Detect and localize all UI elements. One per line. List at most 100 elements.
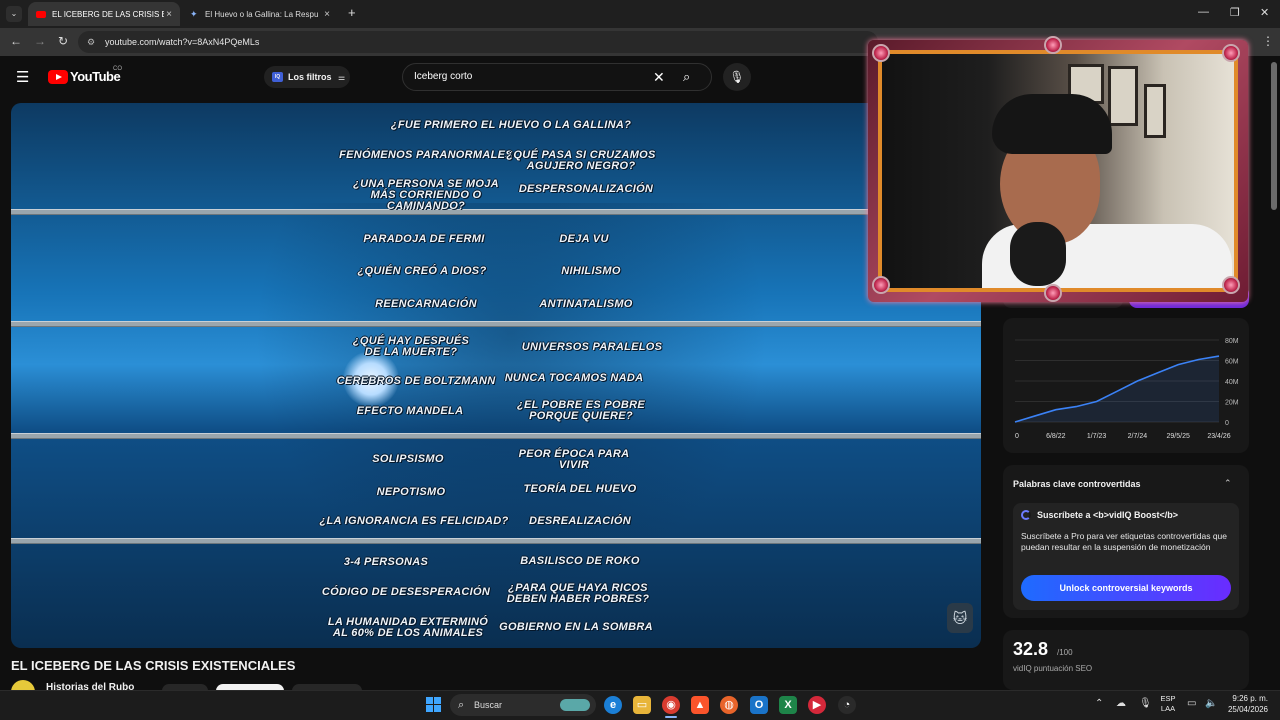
- youtube-logo-icon[interactable]: [48, 70, 68, 84]
- forward-icon[interactable]: →: [34, 34, 46, 48]
- iceberg-item: ANTINATALISMO: [539, 298, 633, 310]
- excel-icon[interactable]: X: [779, 696, 797, 714]
- iceberg-item: UNIVERSOS PARALELOS: [521, 341, 663, 353]
- iceberg-item: CÓDIGO DE DESESPERACIÓN: [321, 586, 491, 598]
- frame-gem-icon: [1044, 284, 1062, 302]
- url-field[interactable]: ⚙ youtube.com/watch?v=8AxN4PQeMLs: [78, 31, 878, 53]
- page-scrollbar[interactable]: [1271, 62, 1277, 210]
- edge-icon[interactable]: e: [604, 696, 622, 714]
- close-window-icon[interactable]: ✕: [1260, 6, 1269, 19]
- display-icon[interactable]: ▭: [1187, 698, 1196, 709]
- video-player[interactable]: ¿FUE PRIMERO EL HUEVO O LA GALLINA? FENÓ…: [11, 103, 981, 648]
- search-input[interactable]: Iceberg corto ✕ ⌕: [402, 63, 712, 91]
- iceberg-item: GOBIERNO EN LA SOMBRA: [499, 621, 653, 633]
- site-info-icon[interactable]: ⚙: [87, 31, 95, 53]
- tab-youtube[interactable]: EL ICEBERG DE LAS CRISIS EXIS ×: [28, 2, 180, 26]
- wall-picture: [1108, 66, 1138, 126]
- new-tab-button[interactable]: +: [348, 5, 356, 20]
- wall-picture: [1144, 84, 1166, 138]
- y-tick-label: 20M: [1225, 400, 1239, 407]
- restore-icon[interactable]: ❐: [1230, 6, 1240, 19]
- country-code: CO: [113, 66, 122, 72]
- tier-divider: [11, 538, 981, 544]
- x-tick-label: 6/8/22: [1046, 433, 1066, 440]
- seo-max: /100: [1057, 648, 1073, 657]
- x-tick-label: 23/4/26: [1207, 433, 1230, 440]
- iceberg-item: DESREALIZACIÓN: [529, 515, 631, 527]
- app-with-badge-icon[interactable]: ◔: [838, 696, 856, 714]
- windows-start-icon[interactable]: [426, 697, 442, 713]
- iceberg-item: LA HUMANIDAD EXTERMINÓ AL 60% DE LOS ANI…: [327, 616, 489, 639]
- chevron-up-icon[interactable]: ⌃: [1095, 698, 1103, 709]
- cloud-icon[interactable]: ☁: [1116, 698, 1126, 709]
- iceberg-item: ¿QUIÉN CREÓ A DIOS?: [357, 265, 487, 277]
- chevron-up-icon[interactable]: ⌃: [1224, 478, 1232, 489]
- close-tab-icon[interactable]: ×: [166, 9, 172, 20]
- iceberg-item: FENÓMENOS PARANORMALES: [339, 149, 513, 161]
- iceberg-item: BASILISCO DE ROKO: [520, 555, 640, 567]
- y-tick-label: 0: [1225, 420, 1229, 427]
- boost-description: Suscríbete a Pro para ver etiquetas cont…: [1021, 531, 1228, 552]
- unlock-keywords-button[interactable]: Unlock controversial keywords: [1021, 575, 1231, 601]
- taskbar-search-label: Buscar: [474, 700, 503, 710]
- back-icon[interactable]: ←: [10, 34, 22, 48]
- youtube-icon: [36, 10, 46, 18]
- language-indicator[interactable]: ESP LAA: [1160, 694, 1176, 714]
- frame-gem-icon: [872, 276, 890, 294]
- tier-divider: [11, 433, 981, 439]
- x-tick-label: 0: [1015, 433, 1019, 440]
- sliders-icon: ⚌: [338, 73, 346, 82]
- search-highlight-icon: [560, 699, 590, 711]
- vidiq-filters-button[interactable]: IQ Los filtros ⚌: [264, 66, 350, 88]
- iceberg-item: ¿QUÉ HAY DESPUÉS DE LA MUERTE?: [352, 335, 470, 358]
- x-tick-label: 29/5/25: [1167, 433, 1190, 440]
- iceberg-item: NEPOTISMO: [376, 486, 446, 498]
- close-tab-icon[interactable]: ×: [324, 9, 330, 20]
- firefox-icon[interactable]: ◍: [720, 696, 738, 714]
- x-tick-label: 2/7/24: [1128, 433, 1148, 440]
- views-chart: 0 20M 40M 60M 80M 0 6/8/22 1/7/23 2/7/24 29/5/25 2…: [1014, 338, 1239, 440]
- keywords-title: Palabras clave controvertidas: [1013, 479, 1141, 489]
- iceberg-item: NIHILISMO: [561, 265, 621, 277]
- date: 25/04/2026: [1227, 705, 1268, 714]
- microphone-icon[interactable]: 🎙: [1139, 698, 1152, 709]
- reload-icon[interactable]: ↻: [58, 34, 68, 48]
- person-cap: [992, 94, 1112, 154]
- active-app-indicator: [665, 716, 677, 718]
- gemini-icon: ✦: [190, 8, 198, 19]
- file-explorer-icon[interactable]: ▭: [633, 696, 651, 714]
- search-icon[interactable]: ⌕: [683, 64, 690, 90]
- volume-icon[interactable]: 🔈: [1205, 698, 1217, 709]
- brave-icon[interactable]: ▲: [691, 696, 709, 714]
- tier-divider: [11, 321, 981, 327]
- hamburger-menu-icon[interactable]: ☰: [16, 68, 29, 86]
- channel-watermark-icon: 🐱: [947, 603, 973, 633]
- iceberg-item: EFECTO MANDELA: [356, 405, 464, 417]
- frame-gem-icon: [1222, 276, 1240, 294]
- voice-search-icon[interactable]: 🎙: [723, 63, 751, 91]
- search-value: Iceberg corto: [414, 71, 473, 82]
- clear-search-icon[interactable]: ✕: [653, 64, 665, 90]
- microphone: [1010, 222, 1066, 286]
- iceberg-item: DESPERSONALIZACIÓN: [518, 183, 654, 195]
- taskbar-search[interactable]: ⌕ Buscar: [450, 694, 596, 716]
- vidiq-badge-icon: IQ: [272, 72, 283, 82]
- tab-gemini[interactable]: ✦ El Huevo o la Gallina: La Respu ×: [182, 2, 338, 26]
- iceberg-item: TEORÍA DEL HUEVO: [523, 483, 637, 495]
- vidiq-logo-icon: [1021, 510, 1031, 520]
- menu-icon[interactable]: ⋮: [1262, 34, 1274, 48]
- search-icon: ⌕: [458, 699, 465, 711]
- outlook-icon[interactable]: O: [750, 696, 768, 714]
- iceberg-item: PEOR ÉPOCA PARA VIVIR: [518, 448, 630, 471]
- lang-bottom: LAA: [1160, 704, 1176, 713]
- chrome-icon[interactable]: ◉: [662, 696, 680, 714]
- iceberg-item: SOLIPSISMO: [372, 453, 444, 465]
- iceberg-item: 3-4 PERSONAS: [343, 556, 429, 568]
- minimize-icon[interactable]: —: [1198, 6, 1209, 18]
- webcam-feed: [882, 54, 1234, 288]
- media-app-icon[interactable]: ▶: [808, 696, 826, 714]
- tab-label: EL ICEBERG DE LAS CRISIS EXIS: [52, 9, 164, 19]
- tab-list-button[interactable]: ⌄: [6, 6, 22, 22]
- clock[interactable]: 9:26 p. m. 25/04/2026: [1226, 693, 1268, 715]
- iceberg-item: ¿EL POBRE ES POBRE PORQUE QUIERE?: [516, 399, 646, 422]
